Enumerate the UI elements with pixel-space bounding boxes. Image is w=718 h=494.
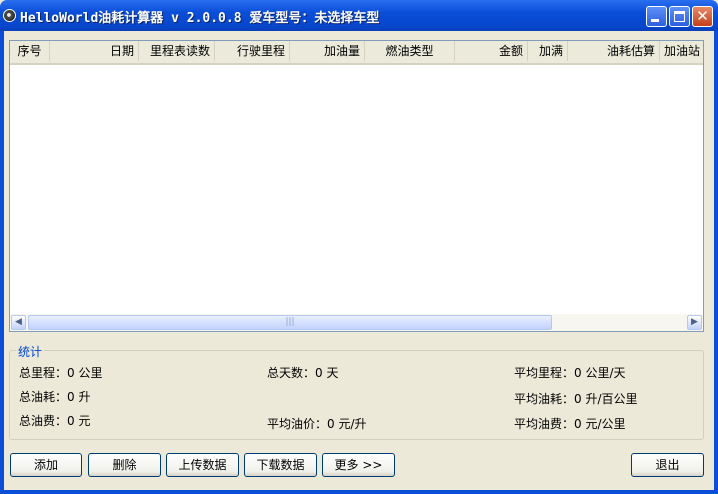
maximize-icon [674, 11, 685, 22]
arrow-right-icon: ▶ [691, 317, 698, 327]
avg-fuel: 平均油耗：0 升/百公里 [514, 392, 638, 406]
column-header-odometer[interactable]: 里程表读数 [139, 41, 215, 61]
total-days: 总天数：0 天 [267, 366, 339, 380]
scroll-thumb[interactable]: ||| [28, 315, 552, 330]
exit-button[interactable]: 退出 [631, 453, 704, 477]
app-icon[interactable] [3, 9, 16, 22]
arrow-left-icon: ◀ [15, 317, 22, 327]
column-header-full-tank[interactable]: 加满 [528, 41, 568, 61]
window-frame-left [0, 31, 4, 494]
close-icon: ✕ [696, 7, 709, 25]
maximize-button[interactable] [669, 6, 690, 27]
horizontal-scrollbar[interactable]: ◀ ||| ▶ [10, 314, 703, 331]
more-button[interactable]: 更多 >> [322, 453, 395, 477]
close-button[interactable]: ✕ [692, 6, 713, 27]
minimize-button[interactable] [646, 6, 667, 27]
list-header: 序号 日期 里程表读数 行驶里程 加油量 燃油类型 金额 加满 油耗估算 加油站 [10, 41, 703, 65]
column-header-cost[interactable]: 金额 [455, 41, 528, 61]
avg-cost: 平均油费：0 元/公里 [514, 417, 626, 431]
column-header-distance[interactable]: 行驶里程 [215, 41, 290, 61]
column-header-gas-station[interactable]: 加油站 [660, 41, 703, 61]
window-frame-bottom [0, 490, 718, 494]
add-button[interactable]: 添加 [10, 453, 82, 477]
upload-button[interactable]: 上传数据 [166, 453, 239, 477]
total-fuel: 总油耗：0 升 [19, 390, 91, 404]
column-header-date[interactable]: 日期 [50, 41, 139, 61]
refuel-record-list[interactable]: 序号 日期 里程表读数 行驶里程 加油量 燃油类型 金额 加满 油耗估算 加油站… [9, 40, 704, 332]
avg-price: 平均油价：0 元/升 [267, 417, 367, 431]
window-frame-right [714, 31, 718, 494]
delete-button[interactable]: 删除 [88, 453, 161, 477]
minimize-icon [651, 19, 659, 22]
avg-mileage: 平均里程：0 公里/天 [514, 366, 626, 380]
title-bar[interactable]: HelloWorld油耗计算器 v 2.0.0.8 爱车型号：未选择车型 ✕ [0, 0, 718, 31]
stats-legend: 统计 [16, 343, 45, 360]
column-header-index[interactable]: 序号 [10, 41, 50, 61]
scroll-right-button[interactable]: ▶ [687, 315, 702, 330]
column-header-fuel-estimate[interactable]: 油耗估算 [568, 41, 660, 61]
column-header-fuel-amount[interactable]: 加油量 [290, 41, 365, 61]
window-title: HelloWorld油耗计算器 v 2.0.0.8 爱车型号：未选择车型 [20, 11, 380, 26]
grip-icon: ||| [285, 317, 295, 327]
total-cost: 总油费：0 元 [19, 414, 91, 428]
total-mileage: 总里程：0 公里 [19, 366, 103, 380]
download-button[interactable]: 下载数据 [244, 453, 317, 477]
column-header-fuel-type[interactable]: 燃油类型 [365, 41, 455, 61]
scroll-left-button[interactable]: ◀ [11, 315, 26, 330]
